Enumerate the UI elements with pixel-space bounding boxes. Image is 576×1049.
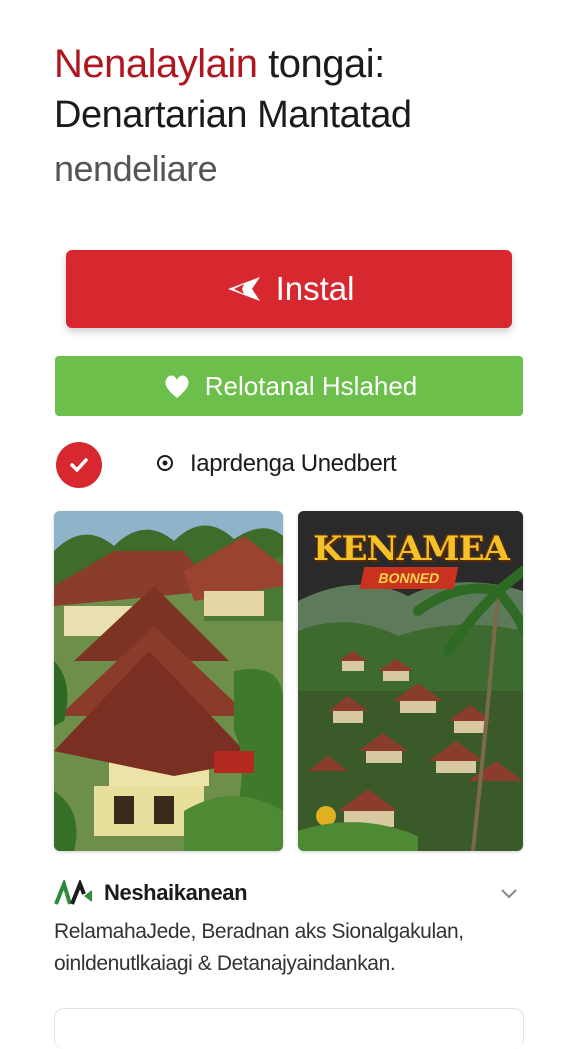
- install-label: Instal: [275, 270, 355, 307]
- verified-text: Iaprdenga Unedbert: [190, 450, 397, 477]
- plane-icon: [224, 269, 264, 309]
- radio-dot-icon[interactable]: [156, 454, 174, 472]
- heart-icon: [161, 370, 193, 402]
- promo-banner-title: KENAMEA: [313, 529, 510, 569]
- next-section-card: [54, 1008, 524, 1049]
- developer-row[interactable]: Neshaikanean: [54, 876, 524, 910]
- install-button[interactable]: Instal: [66, 250, 512, 328]
- check-icon: [56, 442, 102, 488]
- app-title-block: Nenalaylain tongai: Denartarian Mantatad…: [54, 38, 544, 194]
- secondary-action-label: Relotanal Hslahed: [204, 370, 418, 401]
- app-title-rest: tongai:: [257, 42, 385, 86]
- developer-logo-icon: [54, 877, 94, 906]
- app-subtitle: nendeliare: [54, 148, 218, 189]
- secondary-action-button[interactable]: Relotanal Hslahed: [55, 356, 523, 416]
- screenshot-promo[interactable]: KENAMEA BONNED: [298, 511, 523, 851]
- chevron-down-icon[interactable]: [498, 882, 520, 904]
- screenshot-village[interactable]: [54, 511, 283, 851]
- app-title: Nenalaylain tongai:: [54, 38, 544, 90]
- promo-banner-tag: BONNED: [359, 567, 459, 589]
- app-title-highlight: Nenalaylain: [54, 42, 258, 86]
- verified-row: Iaprdenga Unedbert: [54, 440, 524, 490]
- description-line-2: oinldenutlkaiagi & Detanajyaindankan.: [54, 952, 396, 975]
- developer-name: Neshaikanean: [104, 880, 248, 905]
- app-title-line2: Denartarian Mantatad: [54, 94, 412, 136]
- description-line-1: RelamahaJede, Beradnan aks Sionalgakulan…: [54, 920, 464, 943]
- app-description: RelamahaJede, Beradnan aks Sionalgakulan…: [54, 916, 534, 980]
